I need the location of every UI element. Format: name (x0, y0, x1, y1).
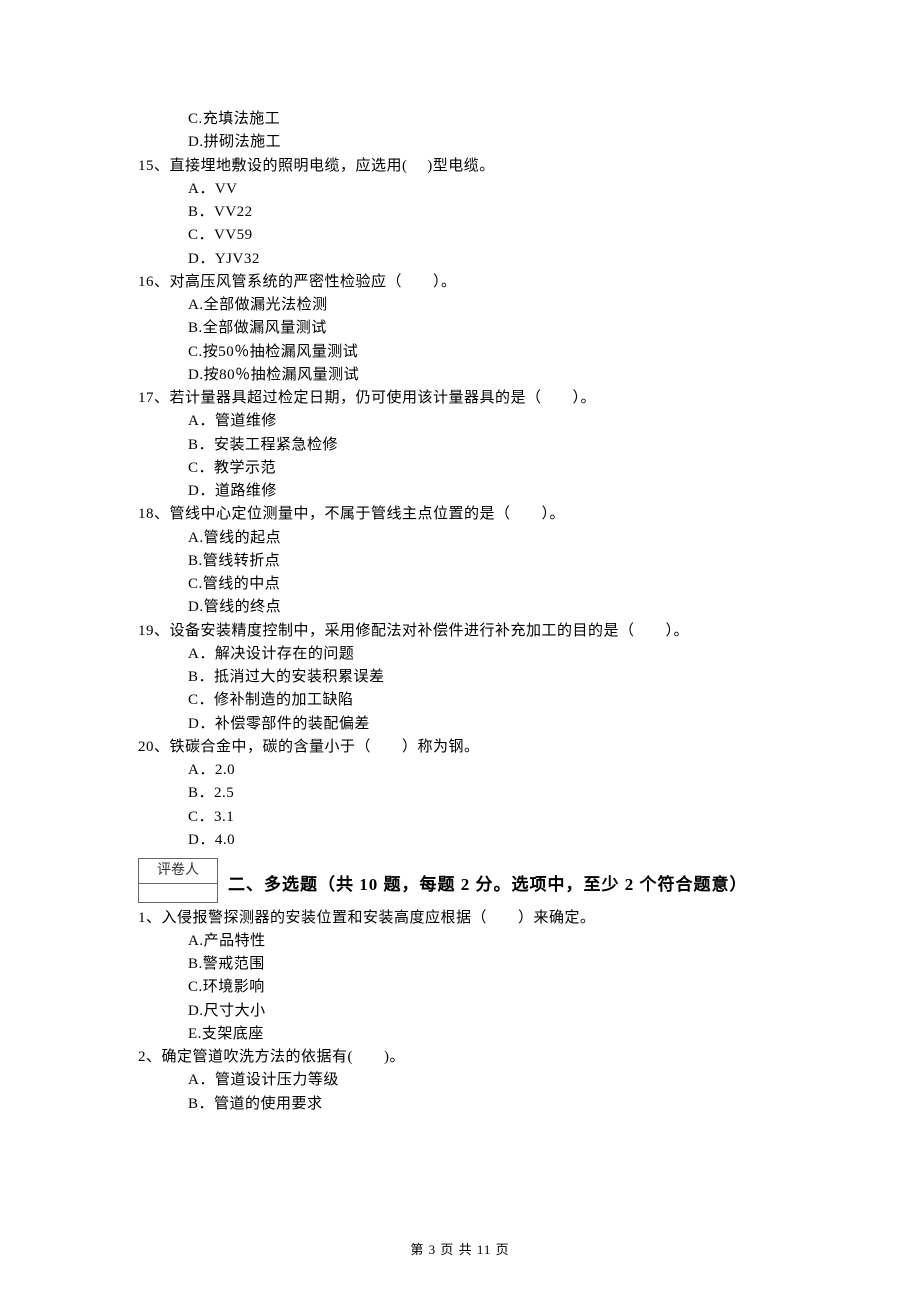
q18-option-d: D.管线的终点 (138, 596, 782, 619)
grader-blank (139, 884, 217, 902)
mq2-option-a: A．管道设计压力等级 (138, 1069, 782, 1092)
q19-stem: 19、设备安装精度控制中，采用修配法对补偿件进行补充加工的目的是（ ）。 (138, 620, 782, 643)
q18-option-c: C.管线的中点 (138, 573, 782, 596)
grader-label: 评卷人 (139, 859, 217, 884)
q16-option-d: D.按80％抽检漏风量测试 (138, 364, 782, 387)
q15-option-b: B．VV22 (138, 201, 782, 224)
q14-option-c: C.充填法施工 (138, 108, 782, 131)
q16-option-a: A.全部做漏光法检测 (138, 294, 782, 317)
mq1-option-d: D.尺寸大小 (138, 1000, 782, 1023)
q19-option-c: C．修补制造的加工缺陷 (138, 689, 782, 712)
mq2-option-b: B．管道的使用要求 (138, 1093, 782, 1116)
q15-option-a: A．VV (138, 178, 782, 201)
grader-box: 评卷人 (138, 858, 218, 903)
q19-option-d: D．补偿零部件的装配偏差 (138, 713, 782, 736)
mq2-stem: 2、确定管道吹洗方法的依据有( )。 (138, 1046, 782, 1069)
section-2-header: 评卷人 二、多选题（共 10 题，每题 2 分。选项中，至少 2 个符合题意） (138, 858, 782, 905)
page-footer: 第 3 页 共 11 页 (0, 1240, 920, 1260)
q17-option-d: D．道路维修 (138, 480, 782, 503)
mq1-option-a: A.产品特性 (138, 930, 782, 953)
q18-stem: 18、管线中心定位测量中，不属于管线主点位置的是（ ）。 (138, 503, 782, 526)
q20-option-d: D．4.0 (138, 829, 782, 852)
q15-option-c: C．VV59 (138, 224, 782, 247)
q18-option-a: A.管线的起点 (138, 527, 782, 550)
q20-option-a: A．2.0 (138, 759, 782, 782)
q19-option-a: A．解决设计存在的问题 (138, 643, 782, 666)
q17-option-a: A．管道维修 (138, 410, 782, 433)
q20-option-b: B．2.5 (138, 782, 782, 805)
q16-option-b: B.全部做漏风量测试 (138, 317, 782, 340)
mq1-option-c: C.环境影响 (138, 976, 782, 999)
q15-option-d: D．YJV32 (138, 248, 782, 271)
q17-option-c: C．教学示范 (138, 457, 782, 480)
q17-stem: 17、若计量器具超过检定日期，仍可使用该计量器具的是（ ）。 (138, 387, 782, 410)
q19-option-b: B．抵消过大的安装积累误差 (138, 666, 782, 689)
q14-option-d: D.拼砌法施工 (138, 131, 782, 154)
mq1-stem: 1、入侵报警探测器的安装位置和安装高度应根据（ ）来确定。 (138, 907, 782, 930)
exam-page: C.充填法施工 D.拼砌法施工 15、直接埋地敷设的照明电缆，应选用( )型电缆… (0, 0, 920, 1302)
mq1-option-b: B.警戒范围 (138, 953, 782, 976)
q16-stem: 16、对高压风管系统的严密性检验应（ ）。 (138, 271, 782, 294)
q20-stem: 20、铁碳合金中，碳的含量小于（ ）称为钢。 (138, 736, 782, 759)
q16-option-c: C.按50％抽检漏风量测试 (138, 341, 782, 364)
q15-stem: 15、直接埋地敷设的照明电缆，应选用( )型电缆。 (138, 155, 782, 178)
mq1-option-e: E.支架底座 (138, 1023, 782, 1046)
section-2-title: 二、多选题（共 10 题，每题 2 分。选项中，至少 2 个符合题意） (218, 872, 748, 904)
q17-option-b: B．安装工程紧急检修 (138, 434, 782, 457)
q18-option-b: B.管线转折点 (138, 550, 782, 573)
q20-option-c: C．3.1 (138, 806, 782, 829)
